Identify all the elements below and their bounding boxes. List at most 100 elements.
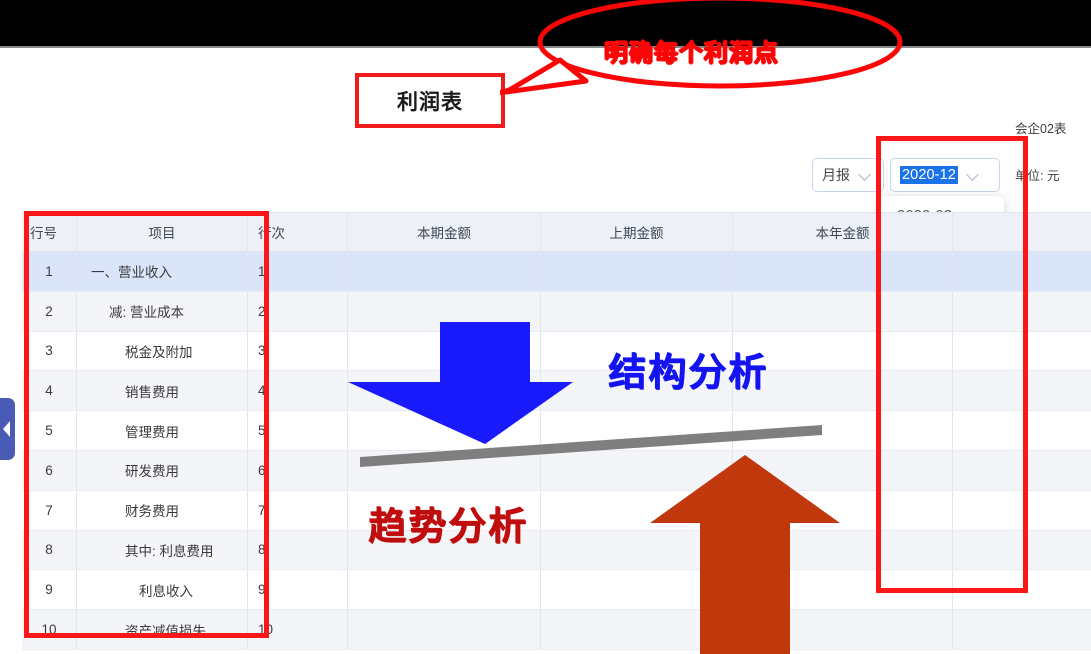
- row-number-cell: 3: [45, 343, 53, 359]
- row-current-amount-cell: [347, 252, 540, 291]
- row-previous-amount-cell: [540, 371, 732, 411]
- chevron-down-icon: [967, 169, 979, 181]
- row-current-amount-cell: [347, 291, 540, 331]
- row-number-cell: 6: [45, 462, 53, 478]
- report-meta: 会企02表 单位: 元: [991, 118, 1091, 184]
- row-index-cell: 1: [247, 252, 347, 291]
- table-column-header-spacer: [952, 213, 1091, 251]
- row-previous-amount-cell: [540, 530, 732, 570]
- row-item-name-cell: 管理费用: [76, 411, 247, 450]
- row-previous-amount-cell: [540, 570, 732, 610]
- row-spacer-cell: [952, 291, 1091, 331]
- table-row[interactable]: 4 销售费用 4: [22, 371, 1091, 412]
- table-row[interactable]: 3 税金及附加 3: [22, 331, 1091, 372]
- table-body: 1 一、营业收入 1 2 减: 营业成本 2 3 税金及附加 3 4 销售费用 4 5 管理费用 5 6 研发费…: [22, 252, 1091, 650]
- table-column-header[interactable]: 上期金额: [540, 213, 732, 251]
- row-number-cell: 9: [45, 582, 53, 598]
- row-previous-amount-cell: [540, 291, 732, 331]
- row-index-cell: 7: [247, 490, 347, 530]
- row-current-amount-cell: [347, 411, 540, 450]
- table-row[interactable]: 10 资产减值损失 10: [22, 610, 1091, 650]
- row-year-amount-cell: [732, 411, 952, 450]
- row-spacer-cell: [952, 450, 1091, 490]
- row-year-amount-cell: [732, 371, 952, 411]
- row-number-cell: 4: [45, 383, 53, 399]
- sidebar-collapse-handle[interactable]: [0, 398, 15, 460]
- report-unit-label: 单位: 元: [1015, 169, 1060, 183]
- row-previous-amount-cell: [540, 331, 732, 371]
- row-current-amount-cell: [347, 570, 540, 610]
- row-index-cell: 3: [247, 331, 347, 371]
- row-index-cell: 4: [247, 371, 347, 411]
- row-year-amount-cell: [732, 291, 952, 331]
- row-spacer-cell: [952, 331, 1091, 371]
- row-index-cell: 9: [247, 570, 347, 610]
- row-index-cell: 6: [247, 450, 347, 490]
- row-item-name-cell: 资产减值损失: [76, 610, 247, 649]
- row-index-cell: 8: [247, 530, 347, 570]
- table-column-header[interactable]: 行次: [247, 213, 347, 251]
- row-year-amount-cell: [732, 252, 952, 291]
- row-item-name-cell: 销售费用: [76, 371, 247, 411]
- row-item-name-cell: 减: 营业成本: [76, 291, 247, 331]
- profit-statement-table: 行号 项目 行次 本期金额 上期金额 本年金额 1 一、营业收入 1 2 减: 营业成本 2 3 税金及…: [22, 212, 1091, 654]
- row-number-cell: 2: [45, 303, 53, 319]
- period-type-select[interactable]: 月报: [812, 158, 884, 192]
- top-black-bar: [0, 0, 1091, 46]
- table-header-row: 行号 项目 行次 本期金额 上期金额 本年金额: [22, 212, 1091, 252]
- row-year-amount-cell: [732, 530, 952, 570]
- top-divider-rule: [0, 46, 1091, 48]
- row-current-amount-cell: [347, 610, 540, 649]
- row-item-name-cell: 其中: 利息费用: [76, 530, 247, 570]
- table-row[interactable]: 6 研发费用 6: [22, 450, 1091, 491]
- row-number-cell: 5: [45, 423, 53, 439]
- row-spacer-cell: [952, 570, 1091, 610]
- period-selector-row: 月报 2020-12: [812, 158, 1000, 192]
- row-number-cell: 10: [41, 622, 57, 638]
- row-year-amount-cell: [732, 331, 952, 371]
- row-number-cell: 7: [45, 502, 53, 518]
- period-month-value: 2020-12: [900, 166, 958, 184]
- row-year-amount-cell: [732, 610, 952, 649]
- row-current-amount-cell: [347, 331, 540, 371]
- row-item-name-cell: 财务费用: [76, 490, 247, 530]
- screenshot-root: 会企02表 单位: 元 月报 2020-12 2020-032020-04202…: [0, 0, 1091, 654]
- chevron-down-icon: [859, 169, 871, 181]
- row-year-amount-cell: [732, 570, 952, 610]
- table-row[interactable]: 2 减: 营业成本 2: [22, 291, 1091, 332]
- table-column-header[interactable]: 本年金额: [732, 213, 952, 251]
- row-spacer-cell: [952, 490, 1091, 530]
- row-current-amount-cell: [347, 490, 540, 530]
- row-spacer-cell: [952, 610, 1091, 649]
- row-current-amount-cell: [347, 450, 540, 490]
- row-spacer-cell: [952, 530, 1091, 570]
- row-spacer-cell: [952, 371, 1091, 411]
- period-month-select[interactable]: 2020-12: [890, 158, 1000, 192]
- table-column-header[interactable]: 项目: [76, 213, 247, 251]
- table-row[interactable]: 9 利息收入 9: [22, 570, 1091, 611]
- row-spacer-cell: [952, 411, 1091, 450]
- row-previous-amount-cell: [540, 610, 732, 649]
- table-column-header[interactable]: 行号: [22, 213, 76, 251]
- row-index-cell: 2: [247, 291, 347, 331]
- row-number-cell: 8: [45, 542, 53, 558]
- table-row[interactable]: 8 其中: 利息费用 8: [22, 530, 1091, 571]
- table-row[interactable]: 5 管理费用 5: [22, 411, 1091, 451]
- row-spacer-cell: [952, 252, 1091, 291]
- row-current-amount-cell: [347, 530, 540, 570]
- row-item-name-cell: 研发费用: [76, 450, 247, 490]
- row-number-cell: 1: [45, 263, 53, 279]
- table-row[interactable]: 1 一、营业收入 1: [22, 252, 1091, 292]
- row-year-amount-cell: [732, 490, 952, 530]
- period-type-value: 月报: [822, 167, 850, 183]
- row-previous-amount-cell: [540, 450, 732, 490]
- table-column-header[interactable]: 本期金额: [347, 213, 540, 251]
- row-previous-amount-cell: [540, 252, 732, 291]
- row-index-cell: 5: [247, 411, 347, 450]
- row-previous-amount-cell: [540, 411, 732, 450]
- row-item-name-cell: 利息收入: [76, 570, 247, 610]
- table-row[interactable]: 7 财务费用 7: [22, 490, 1091, 531]
- row-item-name-cell: 一、营业收入: [76, 252, 247, 291]
- row-year-amount-cell: [732, 450, 952, 490]
- report-code: 会企02表: [1015, 122, 1067, 136]
